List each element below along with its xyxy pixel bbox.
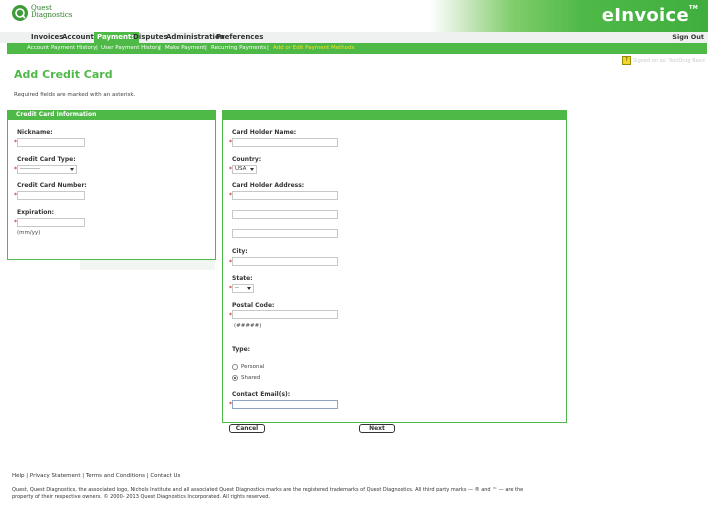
nav-preferences[interactable]: Preferences [213,32,266,43]
main-nav: Invoices Accounts Payments Disputes Admi… [0,32,708,43]
address-label: Card Holder Address: [232,182,305,189]
subnav-account-payment-history[interactable]: Account Payment History [27,43,96,54]
subnav-recurring-payments[interactable]: Recurring Payments [211,43,266,54]
subnav-separator: | [159,45,161,51]
logo-text: Quest Diagnostics [31,4,73,19]
subnav-add-edit-payment-methods[interactable]: Add or Edit Payment Methods [273,43,355,54]
postal-code-input[interactable] [232,310,338,319]
postal-hint: (#####) [234,323,262,329]
address-line3-input[interactable] [232,229,338,238]
type-label: Type: [232,346,251,353]
city-label: City: [232,248,248,255]
nickname-input[interactable] [17,138,85,147]
chevron-down-icon [250,168,254,171]
nickname-label: Nickname: [17,129,53,136]
type-shared-label: Shared [241,375,261,381]
footer-legal: Quest, Quest Diagnostics, the associated… [12,487,524,500]
address-line2-input[interactable] [232,210,338,219]
footer-links[interactable]: Help | Privacy Statement | Terms and Con… [12,473,180,479]
card-type-select[interactable]: ---------- [17,165,77,174]
type-personal-radio[interactable] [232,364,238,370]
type-shared-radio[interactable] [232,375,238,381]
postal-label: Postal Code: [232,302,275,309]
card-type-label: Credit Card Type: [17,156,76,163]
signed-in-text: Signed on as: TestDrug Basic [633,58,706,64]
sub-nav: Account Payment History | User Payment H… [7,43,707,54]
subnav-separator: | [96,45,98,51]
country-label: Country: [232,156,262,163]
help-icon[interactable]: ? [622,56,631,65]
panel-header-bar [222,110,567,120]
state-label: State: [232,275,253,282]
cancel-button[interactable]: Cancel [229,424,265,433]
quest-logo-icon [12,5,28,21]
einvoice-brand: eInvoiceTM [601,5,698,26]
card-holder-panel: Card Holder Name: * Country: * USA Card … [222,110,567,423]
contact-email-input[interactable] [232,400,338,409]
header: Quest Diagnostics eInvoiceTM [0,0,708,32]
credit-card-info-panel: Credit Card Information Nickname: * Cred… [7,110,216,260]
address-line1-input[interactable] [232,191,338,200]
panel-title: Credit Card Information [7,110,216,120]
expiration-hint: (mm/yy) [17,230,41,236]
type-personal-label: Personal [241,364,265,370]
state-select[interactable]: -- [232,284,254,293]
signed-in-info: ? Signed on as: TestDrug Basic [622,56,705,65]
subnav-separator: | [267,45,269,51]
subnav-separator: | [205,45,207,51]
quest-logo[interactable]: Quest Diagnostics [12,5,92,27]
required-note: Required fields are marked with an aster… [14,92,136,98]
chevron-down-icon [70,168,74,171]
subnav-make-payment[interactable]: Make Payment [165,43,205,54]
card-number-label: Credit Card Number: [17,182,87,189]
chevron-down-icon [247,287,251,290]
city-input[interactable] [232,257,338,266]
card-number-input[interactable] [17,191,85,200]
holder-name-label: Card Holder Name: [232,129,297,136]
page-title: Add Credit Card [14,68,113,81]
expiration-input[interactable] [17,218,85,227]
panel-shadow [80,260,215,270]
email-label: Contact Email(s): [232,391,291,398]
holder-name-input[interactable] [232,138,338,147]
next-button[interactable]: Next [359,424,395,433]
country-select[interactable]: USA [232,165,257,174]
subnav-user-payment-history[interactable]: User Payment History [101,43,161,54]
expiration-label: Expiration: [17,209,55,216]
sign-out-link[interactable]: Sign Out [672,32,704,43]
